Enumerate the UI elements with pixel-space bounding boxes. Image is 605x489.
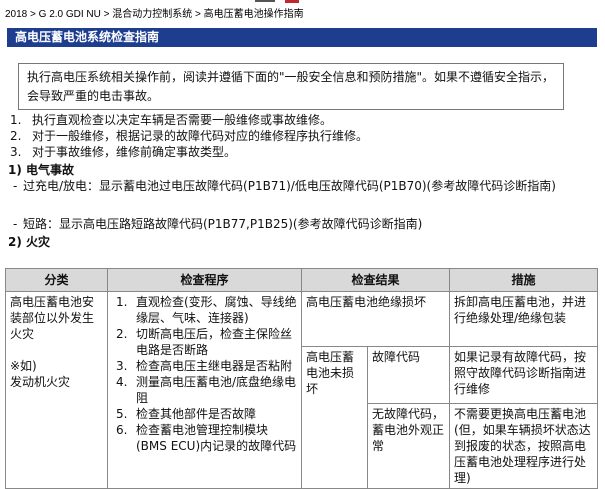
step-item: 2. 对于一般维修，根据记录的故障代码对应的维修程序执行维修。 (10, 128, 600, 144)
procedure-number: 3. (116, 359, 128, 373)
category-cell: 高电压蓄电池安装部位以外发生火灾 ※如) 发动机火灾 (5, 291, 108, 489)
procedure-number: 4. (116, 375, 128, 389)
result-undamaged-cell: 高电压蓄电池未损坏 (301, 346, 368, 489)
procedure-text: 检查蓄电池管理控制模块(BMS ECU)内记录的故障代码 (136, 423, 297, 453)
step-item: 3. 对于事故维修，维修前确定事故类型。 (10, 144, 600, 160)
result-no-code-cell: 无故障代码，蓄电池外观正常 (366, 403, 451, 489)
list-item-overcharge: - 过充电/放电：显示蓄电池过电压故障代码(P1B71)/低电压故障代码(P1B… (13, 178, 593, 194)
category-text: 高电压蓄电池安装部位以外发生火灾 (10, 295, 95, 341)
fire-inspection-table: 分类 检查程序 检查结果 措施 高电压蓄电池安装部位以外发生火灾 ※如) 发动机… (5, 268, 599, 489)
table-header-row: 分类 检查程序 检查结果 措施 (5, 268, 599, 292)
procedure-item: 5. 检查其他部件是否故障 (112, 406, 297, 422)
header-decoration (255, 0, 313, 4)
procedure-text: 测量高电压蓄电池/底盘绝缘电阻 (136, 375, 297, 405)
step-text: 对于一般维修，根据记录的故障代码对应的维修程序执行维修。 (32, 129, 369, 143)
col-header-action: 措施 (449, 268, 599, 292)
result-code-cell: 故障代码 (366, 346, 451, 404)
step-item: 1. 执行直观检查以决定车辆是否需要一般维修或事故维修。 (10, 112, 600, 128)
procedure-number: 6. (116, 423, 128, 437)
procedure-number: 2. (116, 327, 128, 341)
list-item-short-circuit: - 短路：显示高电压路短路故障代码(P1B77,P1B25)(参考故障代码诊断指… (13, 216, 593, 232)
procedure-item: 6. 检查蓄电池管理控制模块(BMS ECU)内记录的故障代码 (112, 422, 297, 454)
procedure-text: 切断高电压后，检查主保险丝电路是否断路 (136, 327, 293, 357)
table-row: 高电压蓄电池安装部位以外发生火灾 ※如) 发动机火灾 1. 直观检查(变形、腐蚀、… (5, 291, 599, 489)
procedure-item: 3. 检查高电压主继电器是否粘附 (112, 358, 297, 374)
warning-box: 执行高电压系统相关操作前，阅读并遵循下面的"一般安全信息和预防措施"。如果不遵循… (18, 63, 564, 110)
category-note: ※如) (10, 359, 37, 373)
action-insulation-cell: 拆卸高电压蓄电池，并进行绝缘处理/绝缘包装 (449, 291, 599, 347)
action-code-cell: 如果记录有故障代码，按照守故障代码诊断指南进行维修 (449, 346, 599, 404)
col-header-procedure: 检查程序 (107, 268, 302, 292)
list-item-text: 短路：显示高电压路短路故障代码(P1B77,P1B25)(参考故障代码诊断指南) (23, 217, 423, 231)
dash-marker: - (13, 217, 18, 231)
step-number: 2. (10, 129, 22, 143)
breadcrumb[interactable]: 2018 > G 2.0 GDI NU > 混合动力控制系统 > 高电压蓄电池操… (0, 7, 605, 23)
procedure-text: 检查其他部件是否故障 (136, 407, 257, 421)
category-example: 发动机火灾 (10, 375, 71, 389)
col-header-category: 分类 (5, 268, 108, 292)
step-number: 1. (10, 113, 22, 127)
step-text: 执行直观检查以决定车辆是否需要一般维修或事故维修。 (32, 113, 333, 127)
procedure-item: 1. 直观检查(变形、腐蚀、导线绝缘层、气味、连接器) (112, 294, 297, 326)
procedure-cell: 1. 直观检查(变形、腐蚀、导线绝缘层、气味、连接器) 2. 切断高电压后，检查主保… (107, 291, 302, 489)
action-no-code-cell: 不需要更换高电压蓄电池(但，如果车辆损坏状态达到报废的状态，按照高电压蓄电池处理… (449, 403, 599, 489)
dash-marker: - (13, 179, 18, 193)
procedure-item: 4. 测量高电压蓄电池/底盘绝缘电阻 (112, 374, 297, 406)
step-number: 3. (10, 145, 22, 159)
procedure-text: 直观检查(变形、腐蚀、导线绝缘层、气味、连接器) (136, 295, 297, 325)
result-insulation-cell: 高电压蓄电池绝缘损坏 (300, 291, 451, 347)
section-heading-fire: 2) 火灾 (8, 235, 51, 249)
col-header-result: 检查结果 (300, 268, 451, 292)
section-heading-electrical: 1) 电气事故 (8, 163, 75, 177)
procedure-item: 2. 切断高电压后，检查主保险丝电路是否断路 (112, 326, 297, 358)
procedure-number: 5. (116, 407, 128, 421)
page-title: 高电压蓄电池系统检查指南 (7, 28, 597, 47)
procedure-number: 1. (116, 295, 128, 309)
step-text: 对于事故维修，维修前确定事故类型。 (32, 145, 237, 159)
procedure-text: 检查高电压主继电器是否粘附 (136, 359, 293, 373)
step-list: 1. 执行直观检查以决定车辆是否需要一般维修或事故维修。 2. 对于一般维修，根据记… (10, 112, 600, 160)
list-item-text: 过充电/放电：显示蓄电池过电压故障代码(P1B71)/低电压故障代码(P1B70… (23, 179, 556, 193)
